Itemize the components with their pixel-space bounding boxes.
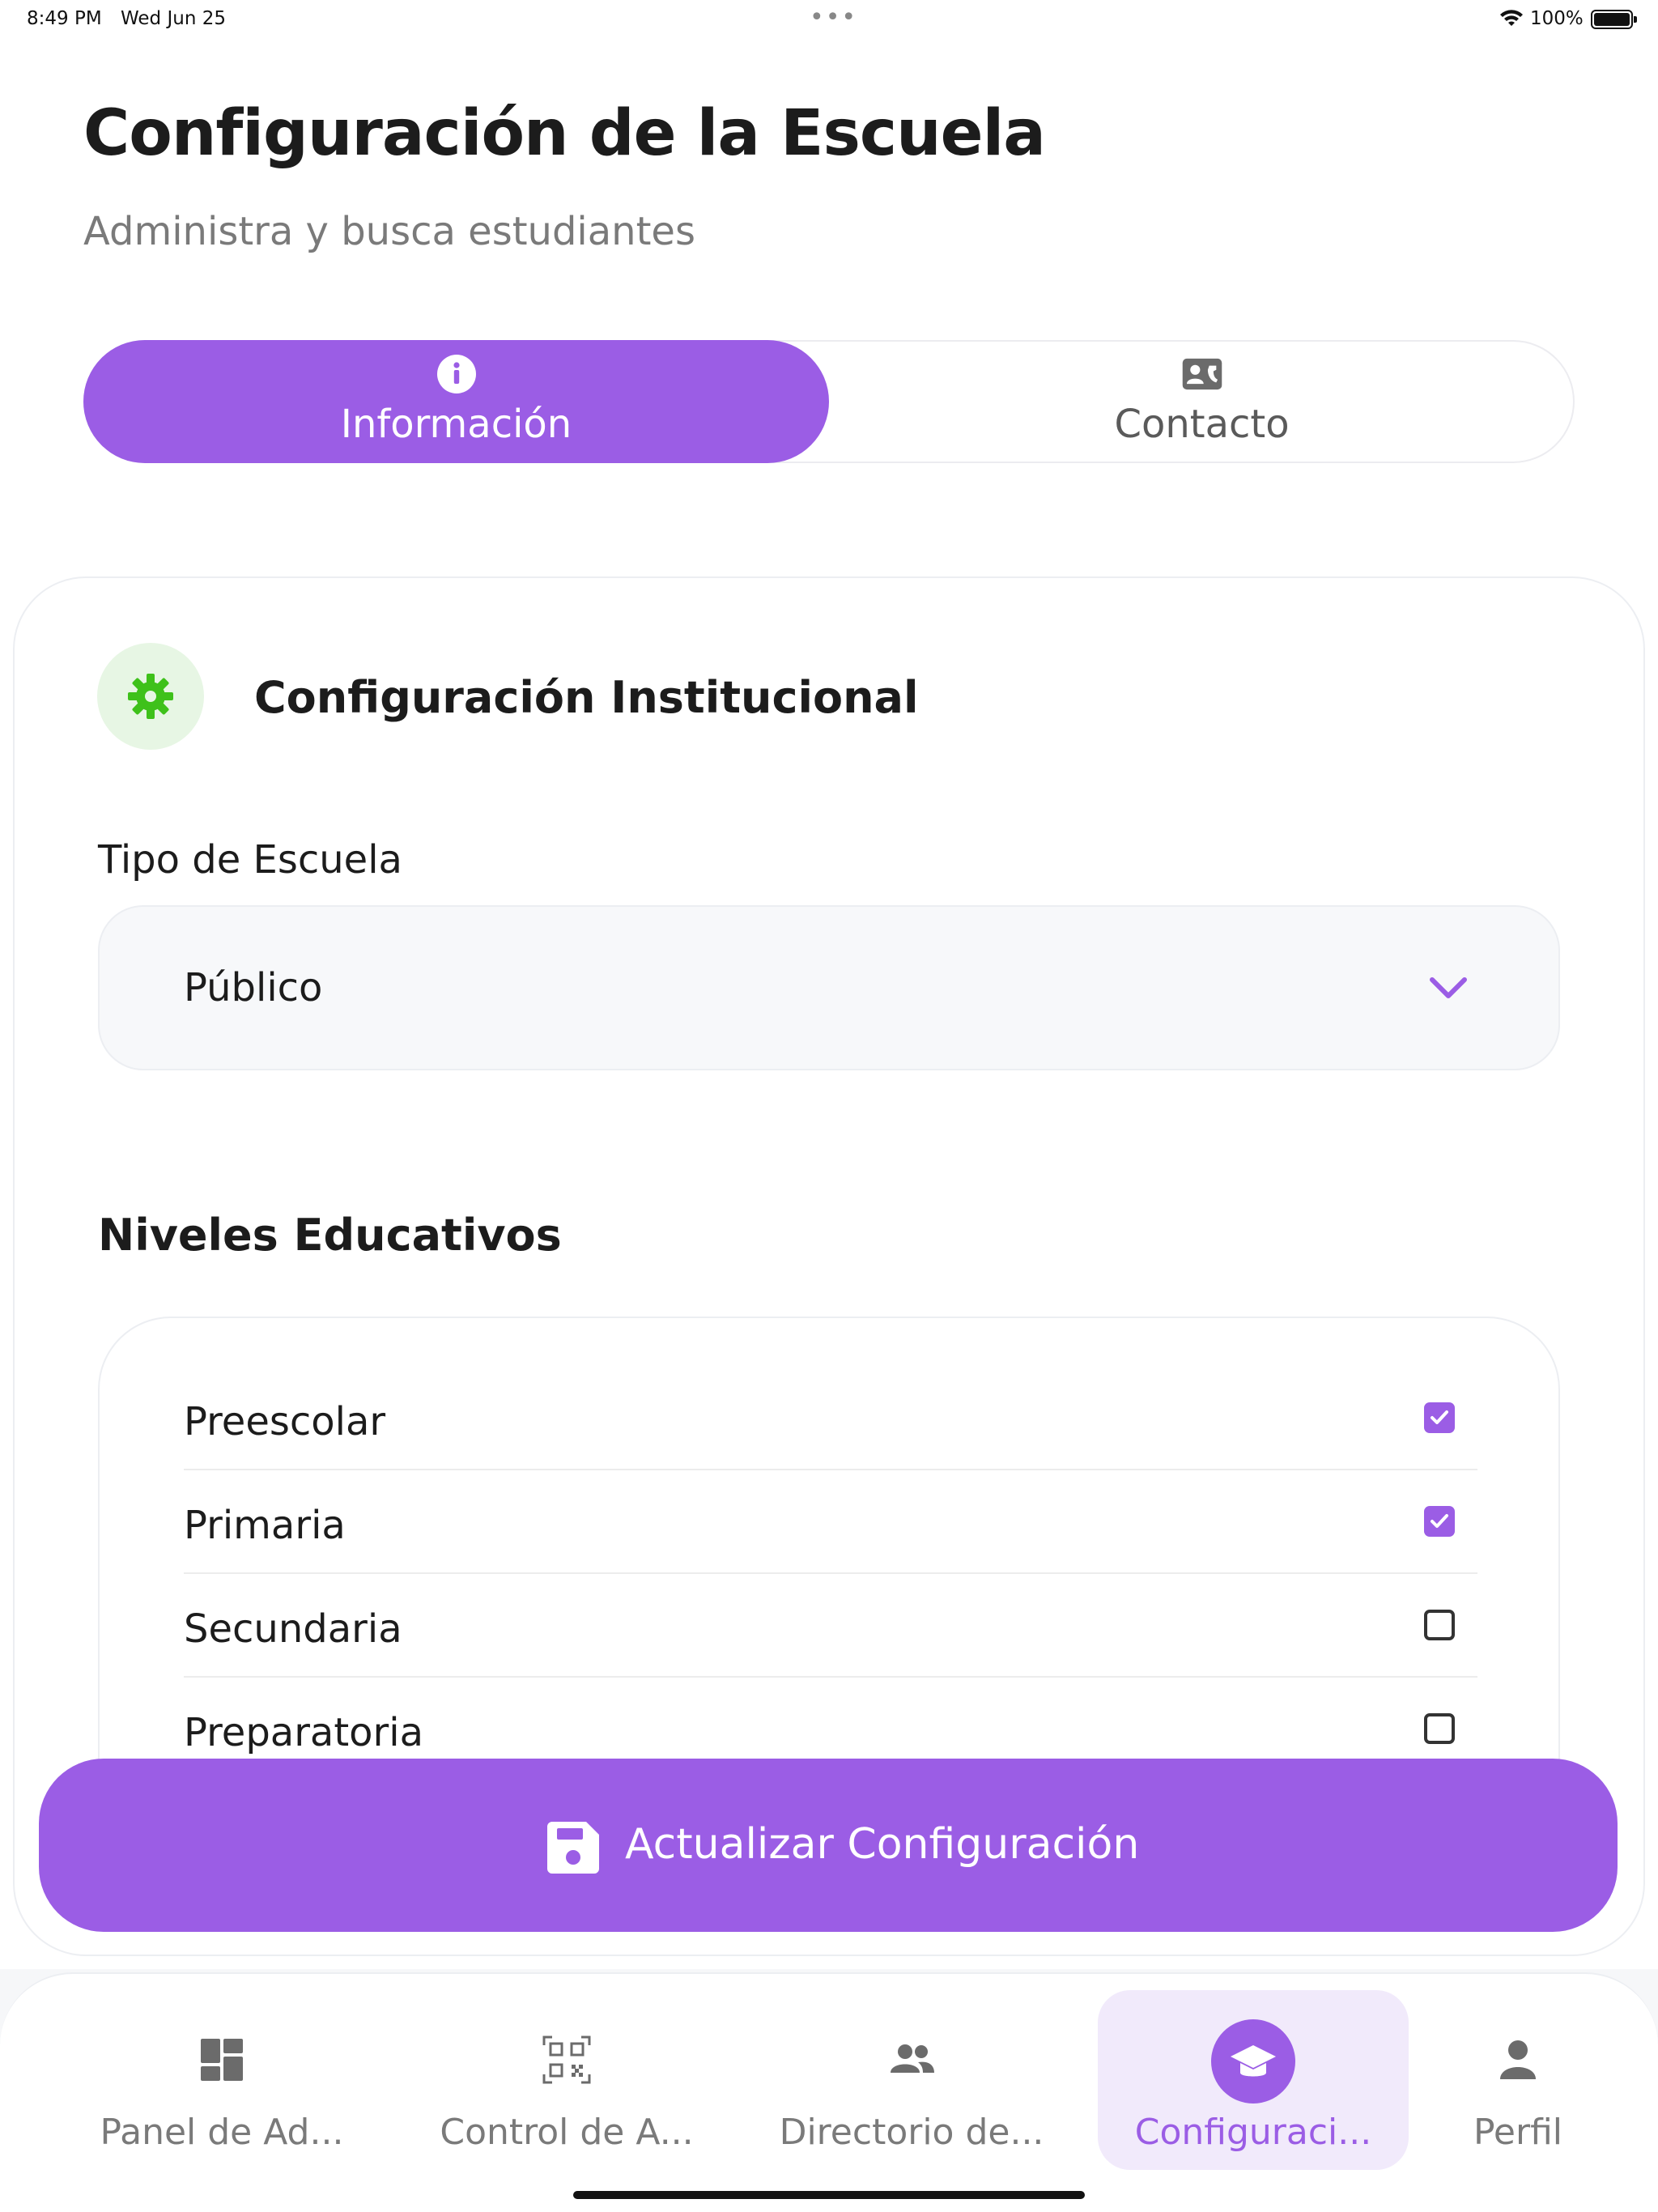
qr-code-icon: [542, 2035, 591, 2084]
update-config-label: Actualizar Configuración: [625, 1820, 1140, 1869]
level-row-primaria[interactable]: Primaria: [184, 1470, 1477, 1574]
graduation-cap-icon: [1231, 2045, 1276, 2077]
home-indicator[interactable]: [573, 2191, 1085, 2199]
chevron-down-icon: [1430, 977, 1467, 998]
nav-label: Control de A...: [440, 2112, 694, 2153]
tab-contacto[interactable]: Contacto: [829, 340, 1575, 463]
level-checkbox-preparatoria[interactable]: [1424, 1713, 1455, 1744]
page-title: Configuración de la Escuela: [83, 97, 1046, 170]
nav-control-acceso[interactable]: Control de A...: [429, 1990, 704, 2170]
wifi-icon: [1500, 10, 1523, 26]
users-icon: [891, 2044, 934, 2073]
level-label: Preparatoria: [184, 1710, 424, 1755]
nav-configuracion[interactable]: Configuraci...: [1098, 1990, 1409, 2170]
school-type-label: Tipo de Escuela: [98, 837, 402, 883]
nav-label: Panel de Ad...: [100, 2112, 344, 2153]
nav-label: Directorio de...: [779, 2112, 1044, 2153]
institutional-config-card: Configuración Institucional Tipo de Escu…: [13, 576, 1645, 1956]
dashboard-icon: [201, 2039, 243, 2081]
gear-icon: [128, 674, 173, 719]
battery-icon: [1591, 10, 1637, 29]
person-icon: [1500, 2040, 1536, 2079]
level-row-secundaria[interactable]: Secundaria: [184, 1574, 1477, 1678]
status-bar: 8:49 PM Wed Jun 25 ••• 100%: [0, 0, 1658, 39]
tab-informacion-label: Información: [340, 402, 572, 447]
school-type-select[interactable]: Público: [98, 905, 1560, 1070]
card-title: Configuración Institucional: [254, 672, 919, 723]
level-label: Preescolar: [184, 1399, 386, 1444]
level-label: Primaria: [184, 1503, 346, 1548]
level-checkbox-primaria[interactable]: [1424, 1506, 1455, 1537]
multitasking-dots-icon[interactable]: •••: [810, 3, 857, 32]
nav-panel-admin[interactable]: Panel de Ad...: [84, 1990, 359, 2170]
tab-informacion[interactable]: Información: [83, 340, 829, 463]
checkmark-icon: [1431, 1410, 1448, 1424]
levels-list: Preescolar Primaria Secundaria Preparato…: [98, 1317, 1560, 1770]
bottom-tab-bar: Panel de Ad... Control de A... Directori…: [0, 1972, 1658, 2212]
update-config-button[interactable]: Actualizar Configuración: [39, 1759, 1618, 1932]
nav-label: Configuraci...: [1134, 2112, 1372, 2153]
segmented-tabs: Información Contacto: [83, 340, 1575, 463]
level-row-preescolar[interactable]: Preescolar: [184, 1367, 1477, 1470]
nav-directorio[interactable]: Directorio de...: [774, 1990, 1049, 2170]
status-date: Wed Jun 25: [121, 8, 226, 29]
level-row-preparatoria[interactable]: Preparatoria: [184, 1678, 1477, 1770]
info-icon: [436, 355, 476, 393]
levels-section-title: Niveles Educativos: [98, 1210, 562, 1261]
level-checkbox-preescolar[interactable]: [1424, 1402, 1455, 1433]
battery-percent: 100%: [1530, 8, 1584, 29]
card-icon-circle: [97, 643, 204, 750]
tab-contacto-label: Contacto: [1114, 402, 1290, 447]
status-time: 8:49 PM: [27, 8, 102, 29]
checkmark-icon: [1431, 1514, 1448, 1528]
active-icon-bubble: [1211, 2019, 1295, 2104]
contact-card-icon: [1182, 358, 1222, 390]
nav-perfil[interactable]: Perfil: [1433, 1990, 1603, 2170]
page-subtitle: Administra y busca estudiantes: [83, 209, 695, 254]
school-type-value: Público: [184, 965, 323, 1010]
level-label: Secundaria: [184, 1606, 402, 1652]
level-checkbox-secundaria[interactable]: [1424, 1610, 1455, 1640]
save-icon: [547, 1822, 599, 1874]
nav-label: Perfil: [1473, 2112, 1563, 2153]
